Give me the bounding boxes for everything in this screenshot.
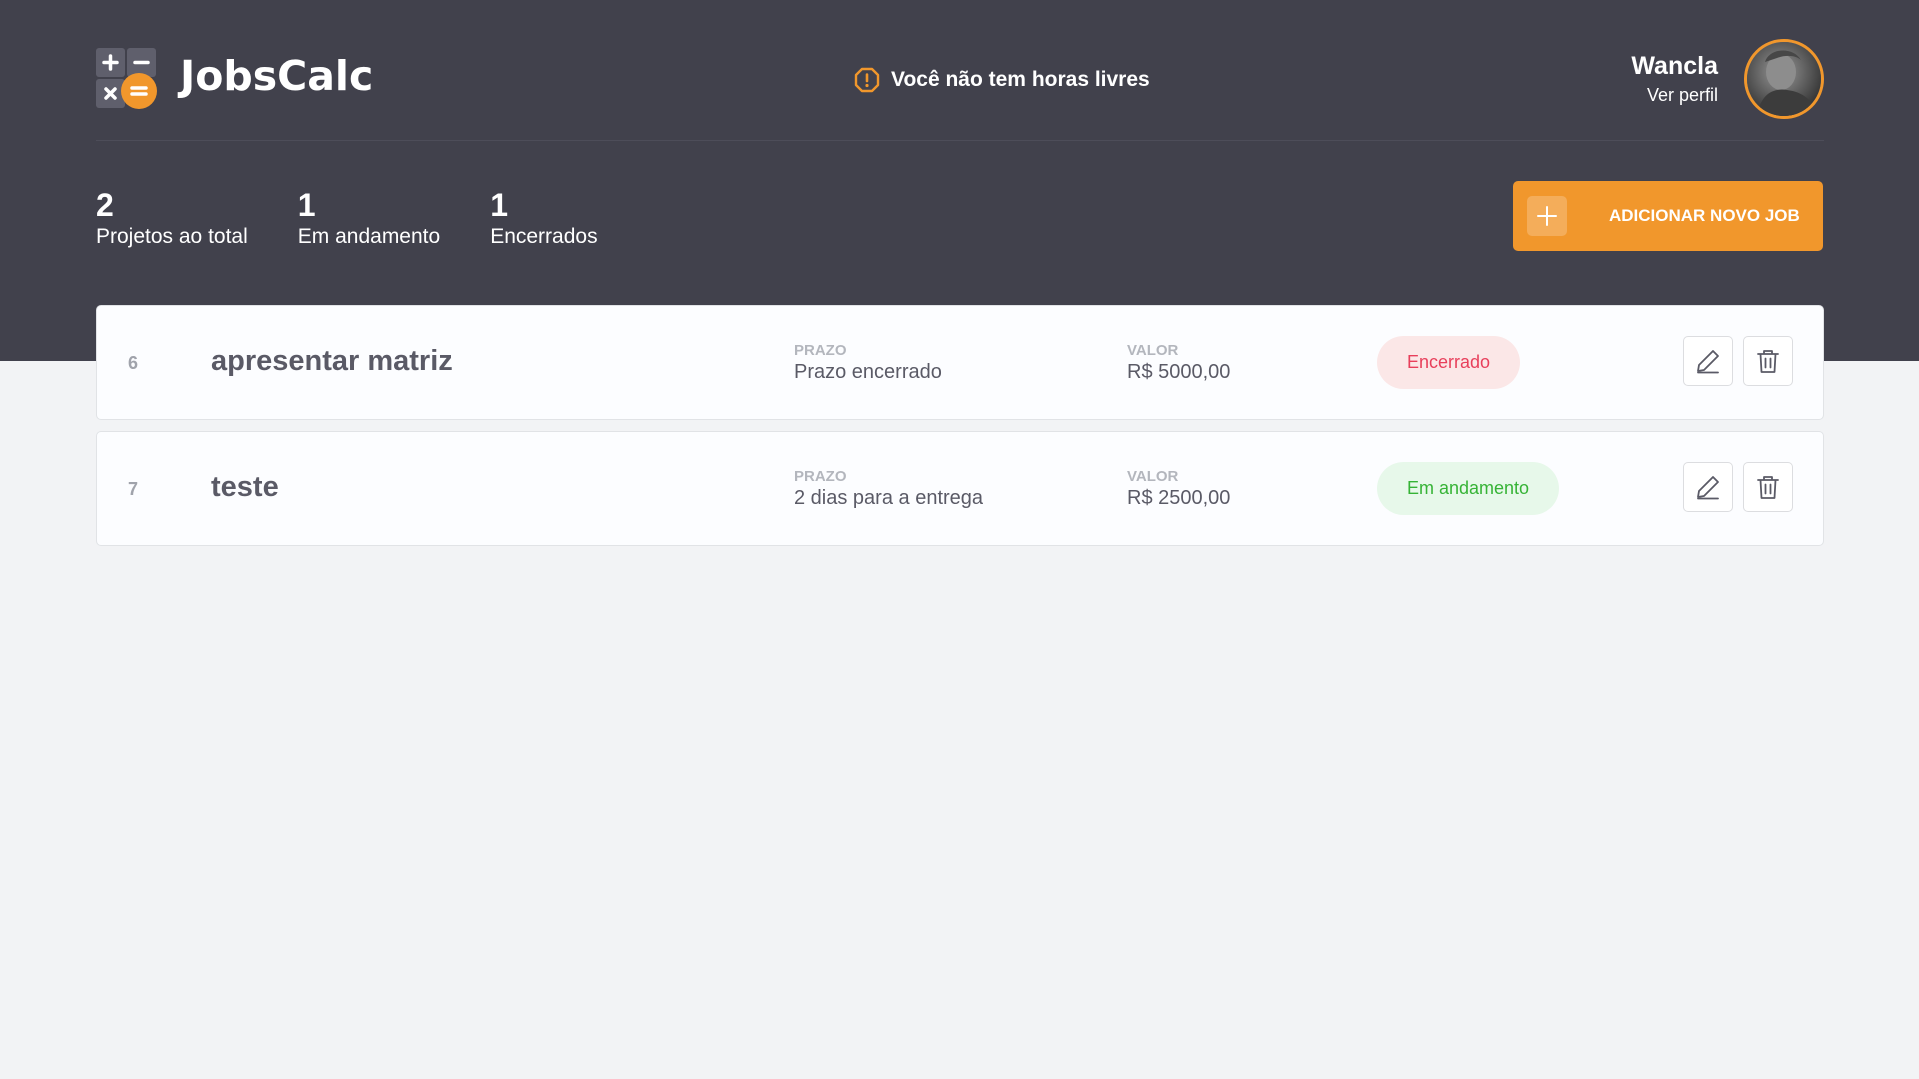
delete-job-button[interactable]	[1743, 462, 1793, 512]
job-value: VALOR R$ 2500,00	[1127, 468, 1230, 511]
brand-name: JobsCalc	[180, 52, 374, 100]
pencil-icon	[1697, 476, 1719, 500]
stat-in-progress-value: 1	[297, 187, 316, 223]
job-value-label: VALOR	[1127, 468, 1179, 485]
profile-name: Wancla	[1631, 52, 1718, 80]
top-bar: JobsCalc Você não tem horas livres Wancl…	[96, 0, 1824, 141]
stat-in-progress: 1 Em andamento	[298, 188, 440, 258]
stat-total-label: Projetos ao total	[96, 225, 248, 248]
status-badge: Encerrado	[1377, 336, 1521, 389]
job-list: 6 apresentar matriz PRAZO Prazo encerrad…	[96, 305, 1824, 557]
job-value-amount: R$ 2500,00	[1127, 487, 1231, 509]
stat-closed-value: 1	[490, 187, 508, 223]
job-name: apresentar matriz	[211, 345, 453, 377]
avatar[interactable]	[1744, 39, 1824, 119]
delete-job-button[interactable]	[1743, 336, 1793, 386]
job-deadline-value: Prazo encerrado	[794, 361, 942, 383]
job-deadline-label: PRAZO	[794, 468, 847, 485]
stat-closed: 1 Encerrados	[490, 188, 597, 258]
avatar-image	[1747, 42, 1821, 116]
job-name: teste	[211, 471, 279, 503]
job-value-amount: R$ 5000,00	[1127, 361, 1231, 383]
job-value-label: VALOR	[1127, 342, 1179, 359]
job-deadline-label: PRAZO	[794, 342, 847, 359]
job-deadline: PRAZO 2 dias para a entrega	[794, 468, 983, 511]
free-hours-notice: Você não tem horas livres	[854, 66, 1150, 94]
alert-octagon-icon	[854, 67, 880, 93]
notice-text: Você não tem horas livres	[891, 68, 1150, 91]
status-badge: Em andamento	[1377, 462, 1560, 515]
trash-icon	[1757, 476, 1779, 499]
plus-icon	[1527, 196, 1567, 236]
profile-link[interactable]: Wancla Ver perfil	[1631, 38, 1824, 120]
job-card: 7 teste PRAZO 2 dias para a entrega VALO…	[96, 431, 1824, 546]
job-id: 7	[128, 479, 139, 499]
add-new-job-label: ADICIONAR NOVO JOB	[1609, 206, 1800, 225]
stat-total-value: 2	[96, 187, 114, 223]
trash-icon	[1757, 350, 1779, 373]
view-profile-link[interactable]: Ver perfil	[1631, 82, 1718, 108]
job-deadline-value: 2 dias para a entrega	[794, 487, 984, 509]
job-id: 6	[128, 353, 139, 373]
pencil-icon	[1697, 350, 1719, 374]
stat-in-progress-label: Em andamento	[297, 225, 441, 248]
stat-closed-label: Encerrados	[490, 225, 598, 248]
job-deadline: PRAZO Prazo encerrado	[794, 342, 942, 385]
edit-job-button[interactable]	[1683, 462, 1733, 512]
job-card: 6 apresentar matriz PRAZO Prazo encerrad…	[96, 305, 1824, 420]
edit-job-button[interactable]	[1683, 336, 1733, 386]
stat-total: 2 Projetos ao total	[96, 188, 248, 258]
job-value: VALOR R$ 5000,00	[1127, 342, 1230, 385]
calculator-logo-icon	[96, 48, 157, 109]
add-new-job-button[interactable]: ADICIONAR NOVO JOB	[1513, 181, 1823, 251]
